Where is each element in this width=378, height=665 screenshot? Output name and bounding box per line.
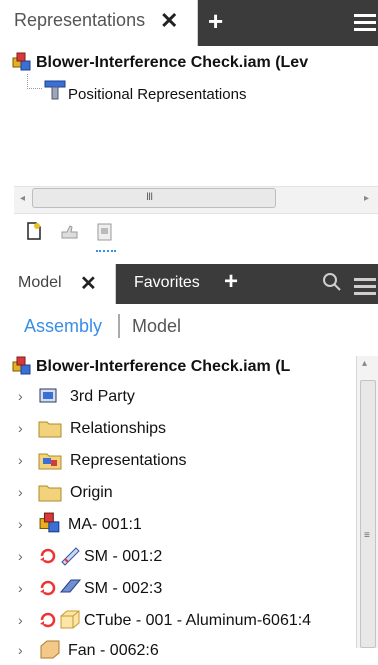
tab-representations-label: Representations [14, 10, 146, 30]
folder-icon [38, 418, 62, 443]
expand-chevron-icon[interactable]: › [18, 516, 23, 534]
tree-item-origin[interactable]: Origin [70, 484, 113, 502]
tree-item-fan-0062[interactable]: Fan - 0062:6 [68, 642, 159, 660]
tree-item-representations[interactable]: Representations [70, 452, 187, 470]
expand-chevron-icon[interactable]: › [18, 642, 23, 660]
expand-chevron-icon[interactable]: › [18, 388, 23, 406]
positional-representations-item[interactable]: Positional Representations [68, 86, 246, 103]
third-party-icon [38, 386, 60, 411]
close-tab-icon[interactable]: ✕ [160, 8, 178, 34]
view-separator [118, 314, 120, 338]
expand-chevron-icon[interactable]: › [18, 452, 23, 470]
tree-connector [27, 74, 42, 89]
scroll-left-arrow-icon[interactable]: ◂ [20, 193, 25, 204]
assembly-view-link[interactable]: Assembly [24, 316, 102, 337]
scroll-grip: III [146, 191, 153, 203]
tab-favorites[interactable]: Favorites [134, 274, 200, 292]
horizontal-scroll-thumb[interactable] [32, 188, 276, 208]
model-menu-icon[interactable] [354, 278, 376, 296]
scroll-grip-vertical: ≡ [364, 530, 370, 541]
tree-item-sm-001[interactable]: SM - 001:2 [84, 548, 162, 566]
tube-part-icon [58, 608, 82, 635]
search-icon[interactable] [322, 272, 342, 297]
hamburger-menu-icon[interactable] [354, 14, 376, 32]
refresh-status-icon [38, 578, 58, 603]
representations-icon [38, 450, 62, 475]
tree-item-3rd-party[interactable]: 3rd Party [70, 388, 135, 406]
model-view-link[interactable]: Model [132, 316, 181, 337]
sheetmetal-part-icon [58, 576, 82, 603]
refresh-status-icon [38, 546, 58, 571]
assembly-icon [38, 512, 62, 539]
model-root-item[interactable]: Blower-Interference Check.iam (L [36, 358, 290, 376]
expand-chevron-icon[interactable]: › [18, 548, 23, 566]
folder-icon [38, 482, 62, 507]
vertical-scroll-thumb[interactable] [360, 380, 376, 648]
add-tab-icon[interactable]: + [208, 6, 223, 37]
thumb-icon[interactable] [60, 224, 80, 245]
scroll-right-arrow-icon[interactable]: ▸ [364, 193, 369, 204]
close-model-tab-icon[interactable]: ✕ [80, 271, 97, 296]
active-indicator [96, 250, 116, 254]
tree-item-ctube-001[interactable]: CTube - 001 - Aluminum-6061:4 [84, 612, 311, 630]
expand-chevron-icon[interactable]: › [18, 484, 23, 502]
add-model-tab-icon[interactable]: + [224, 268, 238, 296]
tree-item-relationships[interactable]: Relationships [70, 420, 166, 438]
sheetmetal-part-icon [58, 544, 82, 571]
document-icon[interactable] [96, 222, 114, 247]
expand-chevron-icon[interactable]: › [18, 580, 23, 598]
positional-rep-icon [44, 80, 66, 105]
expand-chevron-icon[interactable]: › [18, 612, 23, 630]
refresh-status-icon [38, 610, 58, 635]
tab-model-label: Model [18, 274, 62, 291]
expand-chevron-icon[interactable]: › [18, 420, 23, 438]
tree-item-sm-002[interactable]: SM - 002:3 [84, 580, 162, 598]
fan-part-icon [38, 638, 62, 665]
tree-item-ma-001[interactable]: MA- 001:1 [68, 516, 142, 534]
top-root-item[interactable]: Blower-Interference Check.iam (Lev [36, 54, 308, 72]
assembly-icon [12, 356, 32, 381]
new-icon[interactable] [26, 222, 42, 245]
scroll-up-arrow-icon[interactable]: ▴ [362, 358, 367, 369]
